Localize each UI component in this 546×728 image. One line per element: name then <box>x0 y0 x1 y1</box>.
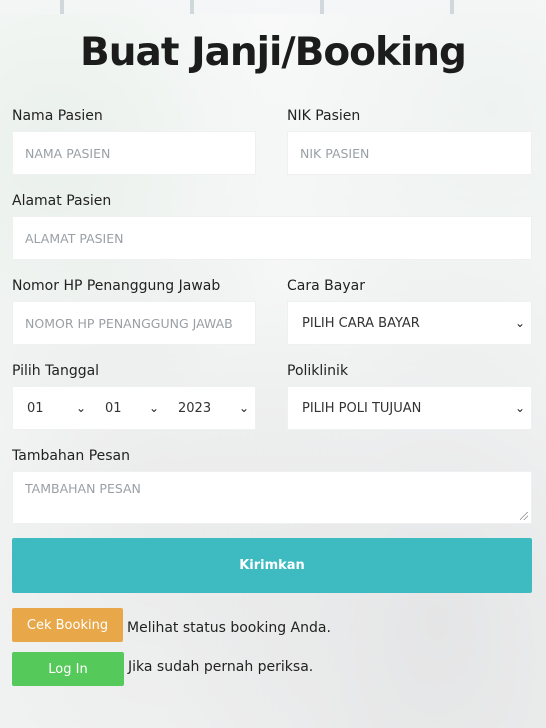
nomor-hp-input[interactable]: NOMOR HP PENANGGUNG JAWAB <box>12 301 256 345</box>
year-select[interactable]: 2023 ⌄ <box>164 386 256 430</box>
chevron-down-icon: ⌄ <box>238 401 249 415</box>
page-title: Buat Janji/Booking <box>80 30 467 75</box>
login-hint: Jika sudah pernah periksa. <box>128 659 314 675</box>
nik-field: NIK Pasien <box>287 106 360 126</box>
poliklinik-value: PILIH POLI TUJUAN <box>302 400 422 416</box>
pesan-field: Tambahan Pesan <box>12 446 130 466</box>
month-select[interactable]: 01 ⌄ <box>91 386 165 430</box>
cek-booking-hint: Melihat status booking Anda. <box>127 620 331 636</box>
nik-placeholder: NIK PASIEN <box>300 145 370 161</box>
pesan-placeholder: TAMBAHAN PESAN <box>25 481 141 496</box>
nomor-hp-field: Nomor HP Penanggung Jawab <box>12 276 220 296</box>
login-button[interactable]: Log In <box>12 652 124 686</box>
day-value: 01 <box>27 400 44 416</box>
kirimkan-button[interactable]: Kirimkan <box>12 538 532 593</box>
chevron-down-icon: ⌄ <box>514 316 525 330</box>
month-value: 01 <box>105 400 122 416</box>
chevron-down-icon: ⌄ <box>75 401 86 415</box>
tanggal-field: Pilih Tanggal <box>12 361 99 381</box>
resize-handle-icon[interactable] <box>520 512 528 520</box>
year-value: 2023 <box>178 400 212 416</box>
tanggal-label: Pilih Tanggal <box>12 363 100 379</box>
cara-bayar-field: Cara Bayar <box>287 276 365 296</box>
nik-input[interactable]: NIK PASIEN <box>287 131 532 175</box>
chevron-down-icon: ⌄ <box>514 401 525 415</box>
pesan-label: Tambahan Pesan <box>12 448 130 464</box>
cara-bayar-value: PILIH CARA BAYAR <box>302 315 420 331</box>
nik-label: NIK Pasien <box>287 108 361 124</box>
alamat-input[interactable]: ALAMAT PASIEN <box>12 216 532 260</box>
poliklinik-label: Poliklinik <box>287 363 349 379</box>
nama-input[interactable]: NAMA PASIEN <box>12 131 256 175</box>
poliklinik-select[interactable]: PILIH POLI TUJUAN ⌄ <box>287 386 532 430</box>
alamat-field: Alamat Pasien <box>12 191 111 211</box>
alamat-label: Alamat Pasien <box>12 193 112 209</box>
cara-bayar-label: Cara Bayar <box>287 278 365 294</box>
pesan-textarea[interactable]: TAMBAHAN PESAN <box>12 471 532 524</box>
chevron-down-icon: ⌄ <box>148 401 159 415</box>
nama-label: Nama Pasien <box>12 108 103 124</box>
nama-field: Nama Pasien <box>12 106 103 126</box>
nomor-hp-placeholder: NOMOR HP PENANGGUNG JAWAB <box>25 315 233 331</box>
nomor-hp-label: Nomor HP Penanggung Jawab <box>12 278 221 294</box>
nama-placeholder: NAMA PASIEN <box>25 145 111 161</box>
alamat-placeholder: ALAMAT PASIEN <box>25 230 124 246</box>
cek-booking-button[interactable]: Cek Booking <box>12 608 123 642</box>
day-select[interactable]: 01 ⌄ <box>12 386 92 430</box>
cara-bayar-select[interactable]: PILIH CARA BAYAR ⌄ <box>287 301 532 345</box>
booking-form: Buat Janji/Booking Nama Pasien NAMA PASI… <box>0 0 546 728</box>
poliklinik-field: Poliklinik <box>287 361 348 381</box>
